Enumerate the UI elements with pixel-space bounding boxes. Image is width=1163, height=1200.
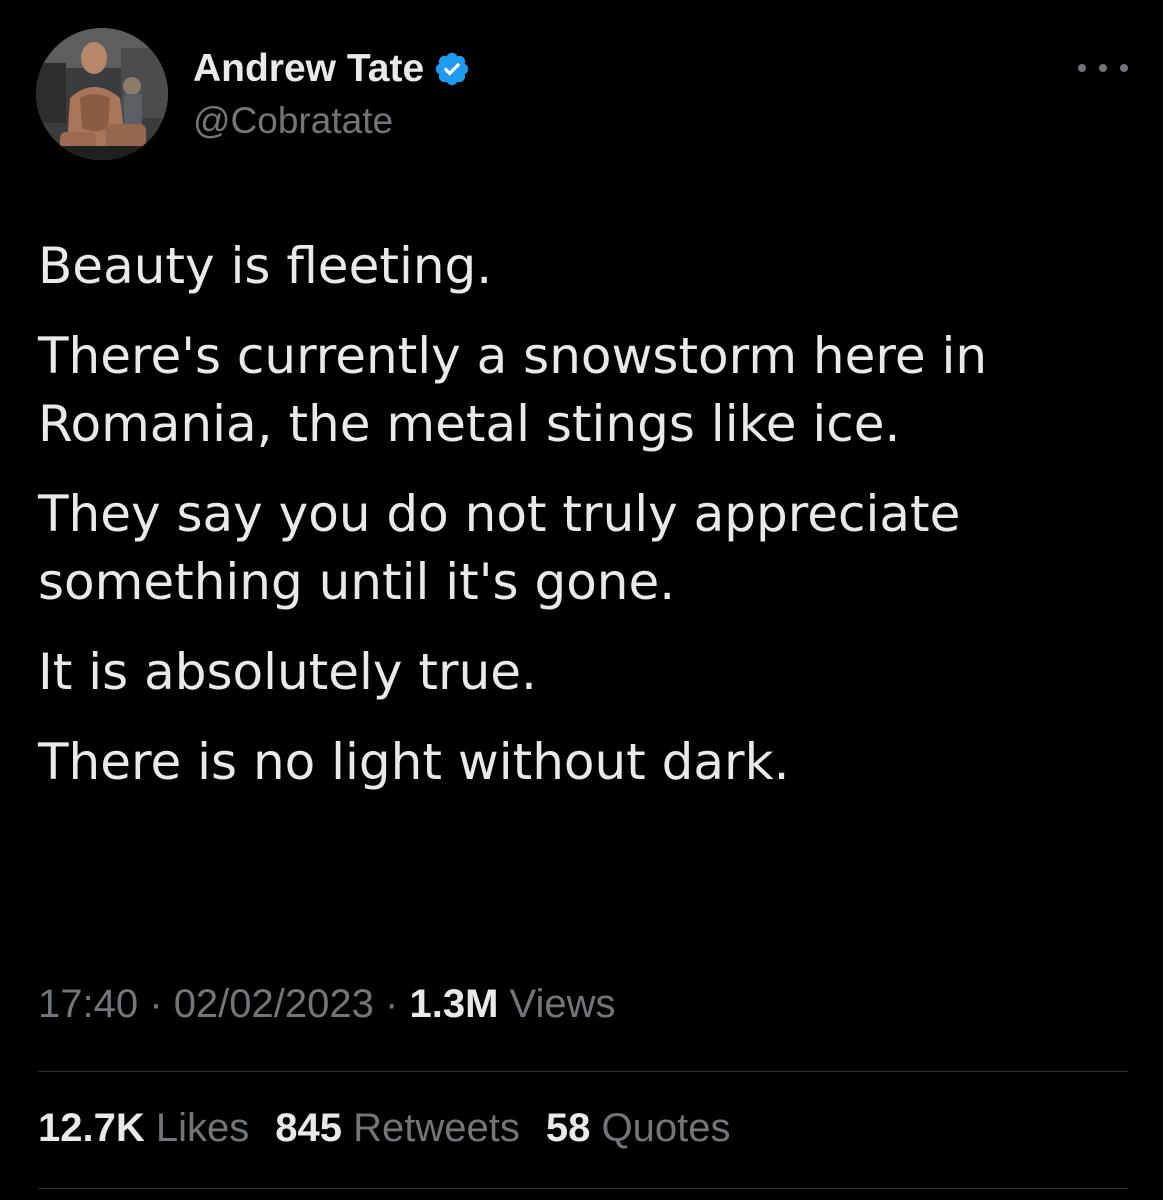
quotes-label: Quotes <box>601 1106 731 1150</box>
tweet-meta: 17:40 · 02/02/2023 · 1.3M Views <box>38 982 616 1027</box>
tweet-card: Andrew Tate @Cobratate Beauty is fleetin… <box>0 0 1163 1200</box>
quotes-stat[interactable]: 58 Quotes <box>546 1106 731 1151</box>
tweet-paragraph: They say you do not truly appreciate som… <box>38 485 961 611</box>
more-dot <box>1099 64 1107 72</box>
tweet-date[interactable]: 02/02/2023 <box>174 982 374 1026</box>
likes-count: 12.7K <box>38 1106 145 1150</box>
likes-stat[interactable]: 12.7K Likes <box>38 1106 249 1151</box>
more-dot <box>1120 64 1128 72</box>
author-name-row: Andrew Tate <box>193 44 471 94</box>
divider <box>38 1071 1128 1072</box>
retweets-label: Retweets <box>353 1106 520 1150</box>
profile-photo <box>36 28 168 160</box>
tweet-paragraph: It is absolutely true. <box>38 643 537 701</box>
retweets-count: 845 <box>275 1106 343 1150</box>
tweet-time[interactable]: 17:40 <box>38 982 138 1026</box>
likes-label: Likes <box>155 1106 250 1150</box>
author-handle[interactable]: @Cobratate <box>193 100 393 142</box>
tweet-text: Beauty is fleeting. There's currently a … <box>38 232 1138 818</box>
meta-separator: · <box>149 982 163 1026</box>
more-dot <box>1078 64 1086 72</box>
divider <box>38 1188 1128 1189</box>
views-count: 1.3M <box>409 982 499 1026</box>
engagement-stats: 12.7K Likes 845 Retweets 58 Quotes <box>38 1106 756 1151</box>
verified-badge-icon[interactable] <box>433 50 471 88</box>
tweet-paragraph: There is no light without dark. <box>38 733 790 791</box>
tweet-paragraph: There's currently a snowstorm here in Ro… <box>38 327 988 453</box>
views-label: Views <box>509 982 616 1026</box>
meta-separator: · <box>385 982 399 1026</box>
avatar[interactable] <box>36 28 168 160</box>
author-display-name[interactable]: Andrew Tate <box>193 47 424 91</box>
tweet-paragraph: Beauty is fleeting. <box>38 237 493 295</box>
retweets-stat[interactable]: 845 Retweets <box>275 1106 520 1151</box>
more-options-icon[interactable] <box>1078 50 1128 86</box>
quotes-count: 58 <box>545 1106 591 1150</box>
